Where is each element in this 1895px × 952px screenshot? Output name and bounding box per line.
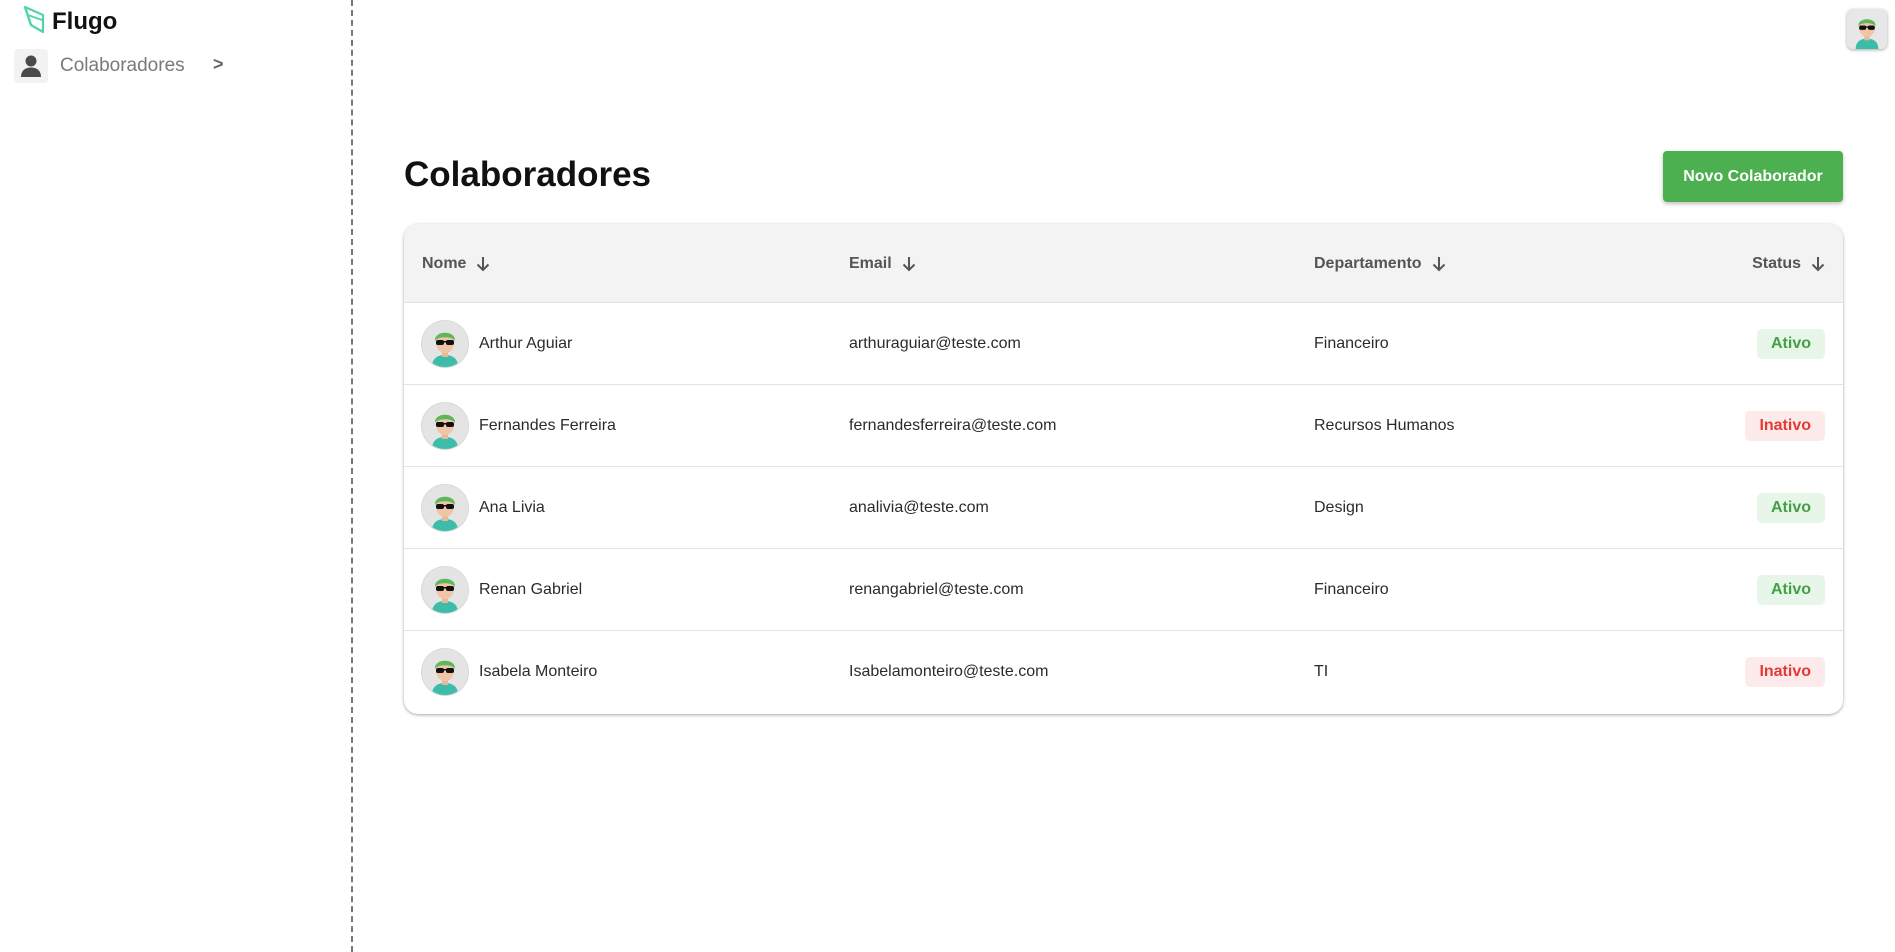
person-icon — [14, 49, 48, 83]
avatar-icon — [422, 403, 468, 449]
status-badge: Ativo — [1757, 329, 1825, 359]
novo-colaborador-button[interactable]: Novo Colaborador — [1663, 151, 1843, 202]
sidebar-item-label: Colaboradores — [60, 55, 185, 76]
employee-name: Isabela Monteiro — [479, 663, 598, 680]
status-badge: Ativo — [1757, 575, 1825, 605]
email-cell: fernandesferreira@teste.com — [849, 417, 1057, 434]
avatar-icon — [422, 567, 468, 613]
user-avatar[interactable] — [1847, 9, 1887, 49]
column-label: Nome — [422, 254, 467, 272]
column-label: Departamento — [1314, 254, 1422, 272]
table-body: Arthur Aguiar arthuraguiar@teste.com Fin… — [404, 303, 1843, 713]
department-cell: Financeiro — [1314, 581, 1389, 598]
avatar-icon — [422, 485, 468, 531]
name-cell: Isabela Monteiro — [422, 631, 597, 713]
avatar — [422, 403, 468, 449]
email-cell: analivia@teste.com — [849, 499, 989, 516]
email-cell: renangabriel@teste.com — [849, 581, 1024, 598]
sidebar-item-colaboradores[interactable]: Colaboradores > — [14, 48, 234, 84]
avatar-icon — [422, 321, 468, 367]
employee-name: Fernandes Ferreira — [479, 417, 616, 434]
name-cell: Arthur Aguiar — [422, 303, 572, 385]
column-label: Status — [1752, 254, 1801, 272]
sidebar: Flugo Colaboradores > — [0, 0, 353, 952]
status-badge: Inativo — [1745, 411, 1825, 441]
column-label: Email — [849, 254, 892, 272]
email-cell: arthuraguiar@teste.com — [849, 335, 1021, 352]
column-header-departamento[interactable]: Departamento — [1314, 224, 1446, 303]
column-header-status[interactable]: Status — [1752, 224, 1825, 303]
column-header-nome[interactable]: Nome — [422, 224, 490, 303]
status-cell: Inativo — [1745, 385, 1825, 467]
leaf-logo-icon — [22, 4, 46, 39]
name-cell: Ana Livia — [422, 467, 545, 549]
column-header-email[interactable]: Email — [849, 224, 916, 303]
page-title: Colaboradores — [404, 155, 651, 194]
department-cell: TI — [1314, 663, 1329, 680]
table-row[interactable]: Arthur Aguiar arthuraguiar@teste.com Fin… — [404, 303, 1843, 385]
status-cell: Ativo — [1757, 303, 1825, 385]
avatar — [422, 321, 468, 367]
brand-name: Flugo — [52, 7, 118, 35]
status-badge: Inativo — [1745, 657, 1825, 687]
status-cell: Ativo — [1757, 467, 1825, 549]
avatar-icon — [422, 649, 468, 695]
avatar — [422, 649, 468, 695]
avatar-icon — [1847, 9, 1887, 49]
table-header: Nome Email Departamento Status — [404, 224, 1843, 303]
department-cell: Recursos Humanos — [1314, 417, 1455, 434]
status-cell: Ativo — [1757, 549, 1825, 631]
colaboradores-table: Nome Email Departamento Status Arthur Ag… — [404, 224, 1843, 714]
department-cell: Financeiro — [1314, 335, 1389, 352]
table-row[interactable]: Ana Livia analivia@teste.com Design Ativ… — [404, 467, 1843, 549]
status-badge: Ativo — [1757, 493, 1825, 523]
email-cell: Isabelamonteiro@teste.com — [849, 663, 1049, 680]
name-cell: Renan Gabriel — [422, 549, 582, 631]
table-row[interactable]: Fernandes Ferreira fernandesferreira@tes… — [404, 385, 1843, 467]
arrow-down-icon — [1811, 256, 1825, 271]
brand[interactable]: Flugo — [22, 4, 117, 39]
avatar — [422, 485, 468, 531]
employee-name: Arthur Aguiar — [479, 335, 573, 352]
employee-name: Renan Gabriel — [479, 581, 583, 598]
arrow-down-icon — [902, 256, 915, 271]
department-cell: Design — [1314, 499, 1364, 516]
arrow-down-icon — [477, 256, 490, 271]
avatar — [422, 567, 468, 613]
table-row[interactable]: Renan Gabriel renangabriel@teste.com Fin… — [404, 549, 1843, 631]
status-cell: Inativo — [1745, 631, 1825, 713]
table-row[interactable]: Isabela Monteiro Isabelamonteiro@teste.c… — [404, 631, 1843, 713]
name-cell: Fernandes Ferreira — [422, 385, 616, 467]
chevron-right-icon: > — [213, 54, 224, 74]
employee-name: Ana Livia — [479, 499, 545, 516]
arrow-down-icon — [1432, 256, 1445, 271]
